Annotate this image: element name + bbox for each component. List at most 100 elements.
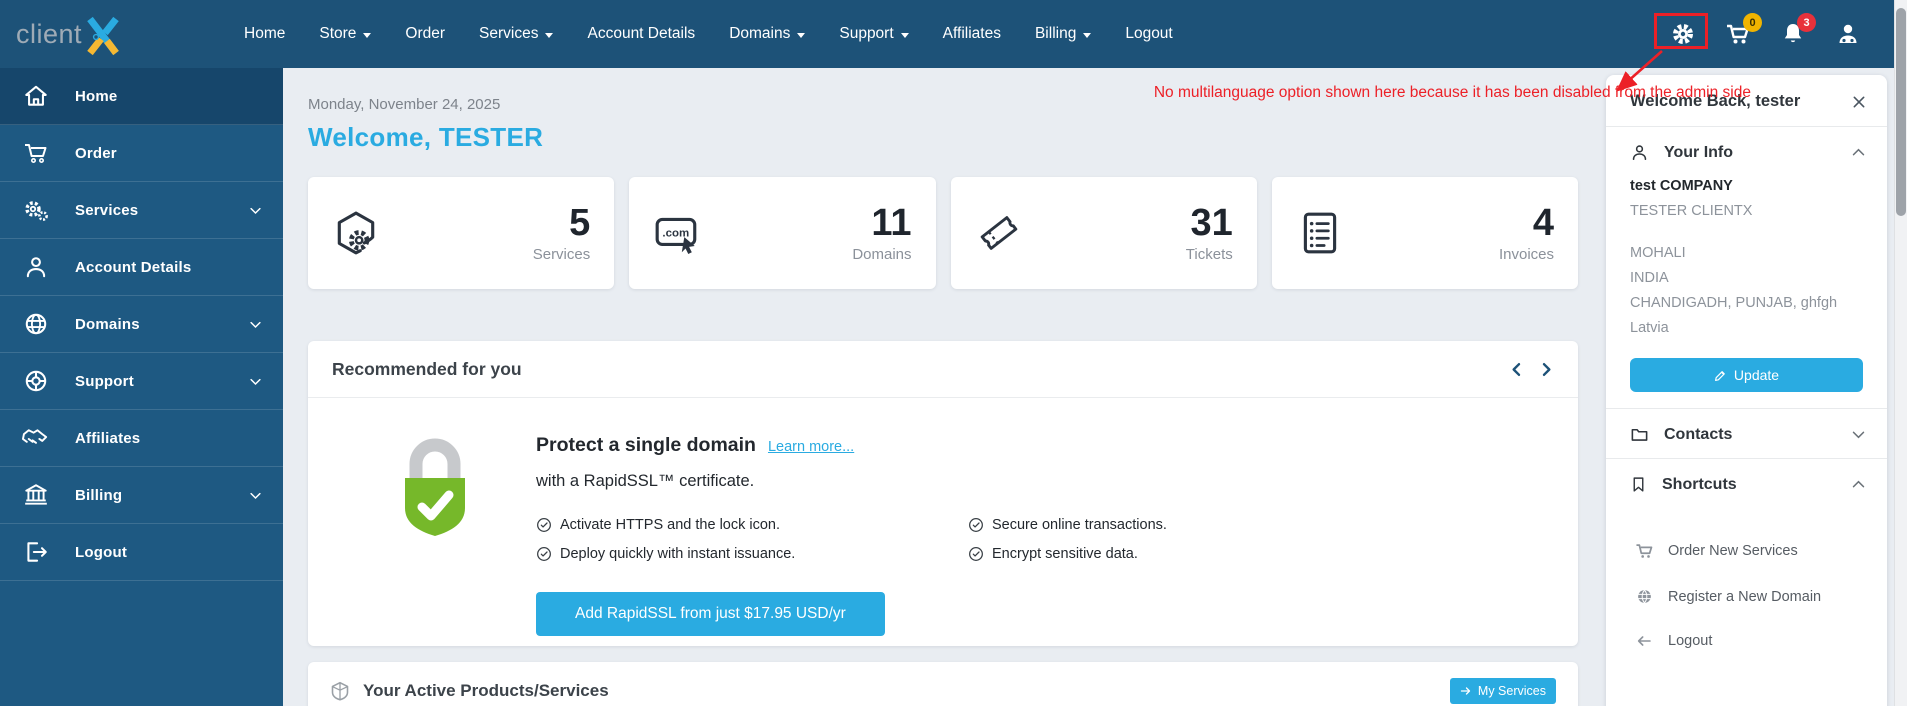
stat-card-invoices[interactable]: 4 Invoices (1271, 177, 1578, 289)
close-icon[interactable] (1851, 94, 1867, 110)
feature-item: Secure online transactions. (968, 517, 1167, 533)
shortcuts-section-header[interactable]: Shortcuts (1606, 459, 1887, 508)
home-icon (22, 83, 49, 109)
sidebar-item-account-details[interactable]: Account Details (0, 239, 283, 296)
shortcut-register-domain[interactable]: Register a New Domain (1634, 588, 1887, 605)
ssl-padlock-icon (405, 438, 465, 536)
caret-down-icon (797, 32, 806, 38)
stat-value: 5 (569, 201, 591, 244)
feature-item: Encrypt sensitive data. (968, 546, 1167, 562)
clientx-logo[interactable]: client (16, 9, 144, 59)
nav-billing[interactable]: Billing (1035, 25, 1092, 43)
my-services-label: My Services (1477, 684, 1546, 698)
sidebar-item-order[interactable]: Order (0, 125, 283, 182)
sidebar-item-support[interactable]: Support (0, 353, 283, 410)
stat-text: 11 Domains (852, 204, 911, 263)
products-box-icon (330, 680, 350, 702)
update-button[interactable]: Update (1630, 358, 1863, 392)
learn-more-link[interactable]: Learn more... (768, 439, 854, 455)
promo-subheading: with a RapidSSL™ certificate. (536, 472, 755, 490)
shortcuts-title: Shortcuts (1662, 475, 1737, 493)
stat-card-services[interactable]: 5 Services (308, 177, 615, 289)
sidebar-label: Home (75, 87, 118, 105)
shortcut-list: Order New Services Register a New Domain… (1606, 508, 1887, 687)
pencil-icon (1714, 370, 1725, 381)
account-menu-button[interactable] (1835, 22, 1861, 46)
address-block: MOHALI INDIA CHANDIGADH, PUNJAB, ghfgh L… (1630, 241, 1863, 341)
logout-icon (22, 539, 49, 565)
sidebar-label: Order (75, 144, 117, 162)
stat-card-domains[interactable]: .com 11 Domains (629, 177, 936, 289)
shortcut-logout[interactable]: Logout (1634, 633, 1887, 649)
chevron-down-icon (248, 317, 263, 332)
feature-text: Activate HTTPS and the lock icon. (560, 517, 781, 533)
shortcut-label: Register a New Domain (1668, 588, 1822, 605)
nav-affiliates[interactable]: Affiliates (943, 25, 1001, 43)
address-line: MOHALI (1630, 245, 1686, 261)
stats-row: 5 Services .com 11 Domains 31 Tickets 4 … (308, 177, 1578, 289)
address-line: Latvia (1630, 320, 1669, 336)
contacts-section-header[interactable]: Contacts (1606, 409, 1887, 458)
your-info-body: test COMPANY TESTER CLIENTX MOHALI INDIA… (1606, 176, 1887, 392)
stat-value: 31 (1190, 201, 1233, 244)
recommended-header: Recommended for you (308, 341, 1578, 398)
sidebar-label: Domains (75, 315, 140, 333)
annotation-note: No multilanguage option shown here becau… (1153, 84, 1751, 101)
shortcut-order-new-services[interactable]: Order New Services (1634, 542, 1887, 560)
stat-text: 4 Invoices (1499, 204, 1554, 263)
stat-card-tickets[interactable]: 31 Tickets (950, 177, 1257, 289)
welcome-name: TESTER (438, 122, 544, 152)
stat-text: 31 Tickets (1186, 204, 1233, 263)
cart-button[interactable]: 0 (1725, 13, 1762, 46)
nav-order[interactable]: Order (405, 25, 445, 43)
add-rapidssl-button[interactable]: Add RapidSSL from just $17.95 USD/yr (536, 592, 885, 636)
nav-store[interactable]: Store (319, 25, 372, 43)
your-info-title: Your Info (1664, 143, 1734, 161)
tickets-stat-icon (975, 209, 1023, 257)
carousel-prev-button[interactable] (1509, 361, 1525, 378)
sidebar-item-home[interactable]: Home (0, 68, 283, 125)
services-stat-icon (332, 209, 380, 257)
active-products-header: Your Active Products/Services My Service… (308, 662, 1578, 706)
sidebar-label: Services (75, 201, 139, 219)
my-services-button[interactable]: My Services (1449, 678, 1556, 704)
caret-down-icon (1083, 32, 1092, 38)
sidebar-item-services[interactable]: Services (0, 182, 283, 239)
check-circle-icon (968, 517, 984, 533)
globe-icon (22, 311, 49, 337)
bank-icon (22, 482, 49, 508)
arrow-left-icon (1634, 633, 1654, 649)
nav-label: Services (479, 25, 539, 42)
notifications-button[interactable]: 3 (1781, 13, 1816, 46)
stat-label: Invoices (1498, 245, 1554, 263)
page-scrollbar[interactable] (1894, 0, 1907, 706)
caret-down-icon (900, 32, 909, 38)
nav-domains[interactable]: Domains (729, 25, 806, 43)
nav-logout[interactable]: Logout (1125, 25, 1172, 43)
sidebar-label: Affiliates (75, 429, 141, 447)
sidebar-item-billing[interactable]: Billing (0, 467, 283, 524)
sidebar-item-domains[interactable]: Domains (0, 296, 283, 353)
carousel-next-button[interactable] (1538, 361, 1554, 378)
sidebar-item-affiliates[interactable]: Affiliates (0, 410, 283, 467)
chevron-down-icon (248, 374, 263, 389)
sidebar-label: Support (75, 372, 134, 390)
nav-support[interactable]: Support (839, 25, 909, 43)
recommended-panel: Recommended for you Protect a single dom… (308, 341, 1578, 646)
cart-icon (22, 140, 49, 166)
chevron-up-icon (1850, 144, 1867, 161)
nav-home[interactable]: Home (244, 25, 285, 43)
domains-stat-icon: .com (653, 209, 701, 257)
stat-value: 4 (1532, 201, 1554, 244)
account-summary-panel: Welcome Back, tester Your Info test COMP… (1606, 75, 1887, 706)
sidebar-item-logout[interactable]: Logout (0, 524, 283, 581)
feature-item: Deploy quickly with instant issuance. (536, 546, 968, 562)
nav-services[interactable]: Services (479, 25, 554, 43)
bookmark-icon (1630, 475, 1647, 494)
person-icon (22, 254, 49, 280)
your-info-section-header[interactable]: Your Info (1606, 127, 1887, 176)
nav-label: Support (839, 25, 894, 42)
nav-account-details[interactable]: Account Details (587, 25, 695, 43)
main-content: Monday, November 24, 2025 Welcome, TESTE… (283, 68, 1600, 706)
scrollbar-thumb[interactable] (1896, 8, 1906, 216)
